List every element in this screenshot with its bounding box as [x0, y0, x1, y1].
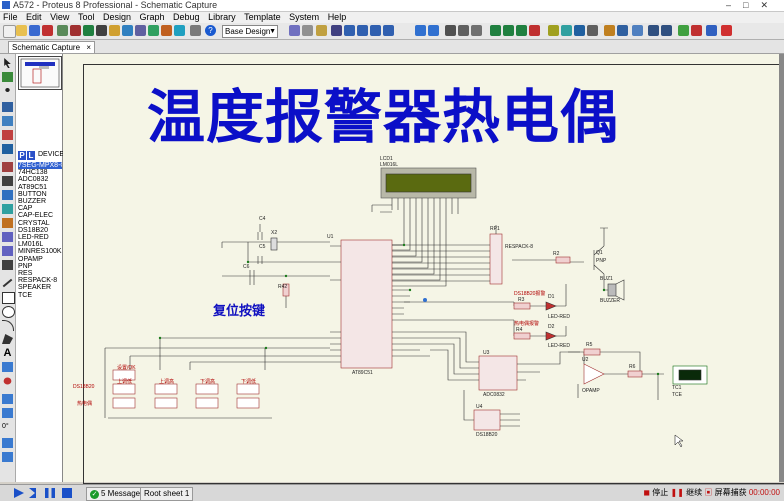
schematic-drawing: [104, 167, 708, 448]
r2-ref: R2: [553, 251, 560, 257]
d1-triangle: [545, 301, 557, 311]
d2-ref: D2: [548, 324, 555, 330]
tc-label: 热电偶: [77, 401, 93, 407]
recorder-controls: ◼ 停止 ❚❚ 继续 ▣ 屏幕捕获 00:00:00: [643, 487, 780, 499]
mcu-type: AT89C51: [352, 370, 373, 376]
r4-body: [513, 332, 531, 340]
r5-body: [583, 348, 601, 356]
x2-body: [270, 237, 278, 251]
d1-ref: D1: [548, 294, 555, 300]
ds18b20-body: [473, 409, 501, 431]
r5-ref: R5: [586, 342, 593, 348]
opamp-body: [583, 363, 605, 385]
tc1-ref: TC1: [672, 385, 682, 391]
key-label: 上调高: [159, 379, 175, 385]
step-icon[interactable]: [29, 488, 36, 498]
check-icon: ✓: [90, 490, 99, 499]
d2-triangle: [545, 331, 557, 341]
rp1-type: RESPACK-8: [505, 244, 533, 250]
d1-type: LED-RED: [548, 314, 570, 320]
tc-warn-label: 热电偶报警: [514, 321, 540, 327]
stop-icon[interactable]: [62, 488, 72, 498]
r4-ref: R4: [516, 327, 523, 333]
r3-ref: R3: [518, 297, 525, 303]
r6-body: [627, 370, 643, 378]
u4-ref: U4: [476, 404, 483, 410]
mcu-ref: U1: [327, 234, 334, 240]
lcd-type: LM016L: [380, 162, 399, 168]
reset-label: 复位按键: [213, 304, 266, 319]
status-bar: ✓ 5 Message(s) Root sheet 1 ◼ 停止 ❚❚ 继续 ▣ …: [0, 484, 784, 501]
r2-body: [555, 256, 571, 264]
ds-warn-label: DS18B20报警: [514, 291, 546, 297]
c4-ref: C4: [259, 216, 266, 222]
probe-marker: [423, 298, 427, 302]
play-icon[interactable]: [14, 488, 24, 498]
u4-type: DS18B20: [476, 432, 498, 438]
buzzer-body: [607, 283, 617, 297]
mcu-body: [340, 239, 393, 369]
tc-display: [678, 369, 702, 381]
key-label: 下调高: [200, 379, 216, 385]
buz1-ref: BUZ1: [600, 276, 613, 282]
u3-ref: U3: [483, 350, 490, 356]
r6-ref: R6: [629, 364, 636, 370]
c6-ref: C6: [243, 264, 250, 270]
schematic-title: 温度报警器热电偶: [147, 83, 620, 151]
u2-ref: U2: [582, 357, 589, 363]
r42-ref: R42: [278, 284, 288, 290]
c5-ref: C5: [259, 244, 266, 250]
sheet-indicator: Root sheet 1: [140, 487, 194, 501]
rp1-ref: RP1: [490, 226, 500, 232]
u3-type: ADC0832: [483, 392, 505, 398]
q1-type: PNP: [596, 258, 607, 264]
capture-label[interactable]: 屏幕捕获: [715, 488, 747, 497]
timer: 00:00:00: [748, 488, 780, 497]
resume-label[interactable]: 继续: [686, 488, 702, 497]
stop-record-icon[interactable]: ◼: [643, 488, 650, 497]
x2-ref: X2: [271, 230, 278, 236]
stop-record-label[interactable]: 停止: [652, 488, 668, 497]
r3-body: [513, 302, 531, 310]
tc1-type: TCE: [672, 392, 682, 398]
q1-ref: Q1: [596, 250, 603, 256]
ds-label: DS18B20: [73, 384, 95, 390]
key-label: 上调低: [117, 379, 133, 385]
vertical-scrollbar[interactable]: [779, 54, 784, 482]
pause-icon[interactable]: [45, 488, 55, 498]
adc-body: [478, 355, 518, 391]
set-key-label: 设置/OK: [117, 365, 136, 371]
buz1-type: BUZZER: [600, 298, 620, 304]
d2-type: LED-RED: [548, 343, 570, 349]
rp1-body: [489, 233, 503, 285]
mouse-cursor-icon: [674, 434, 684, 448]
lcd-screen: [385, 173, 472, 193]
u2-type: OPAMP: [582, 388, 600, 394]
capture-icon[interactable]: ▣: [704, 488, 712, 497]
resume-icon[interactable]: ❚❚: [671, 488, 684, 497]
push-buttons: [112, 369, 260, 409]
key-label: 下调低: [241, 379, 257, 385]
